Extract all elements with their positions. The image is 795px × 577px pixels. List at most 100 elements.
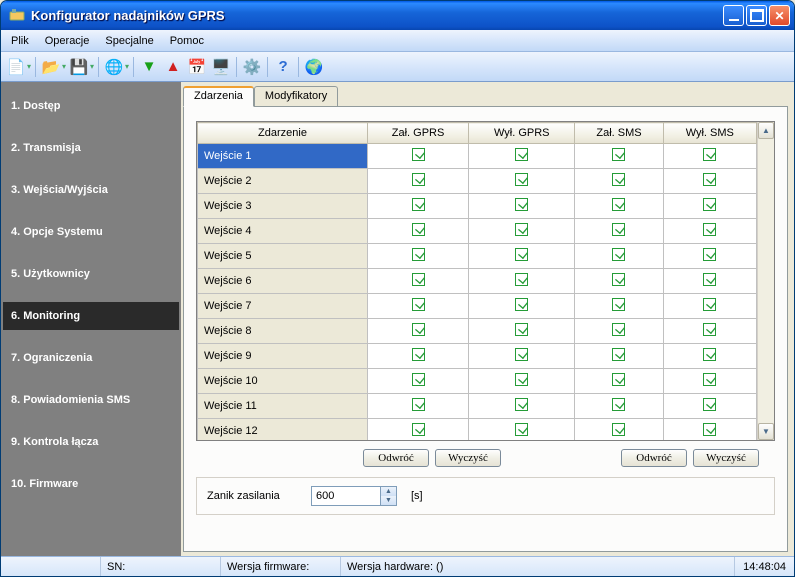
tab-modifiers[interactable]: Modyfikatory — [254, 86, 338, 107]
sidebar-item-8[interactable]: 9. Kontrola łącza — [3, 428, 179, 456]
checkbox-cell[interactable] — [663, 269, 756, 294]
world-icon[interactable]: 🌍 — [303, 56, 325, 78]
sidebar-item-4[interactable]: 5. Użytkownicy — [3, 260, 179, 288]
checkbox-checked-icon[interactable] — [703, 373, 716, 386]
table-row[interactable]: Wejście 11 — [198, 394, 757, 419]
checkbox-checked-icon[interactable] — [703, 323, 716, 336]
checkbox-cell[interactable] — [469, 194, 575, 219]
sidebar-item-0[interactable]: 1. Dostęp — [3, 92, 179, 120]
event-name-cell[interactable]: Wejście 2 — [198, 169, 368, 194]
minimize-button[interactable] — [723, 5, 744, 26]
checkbox-cell[interactable] — [368, 369, 469, 394]
checkbox-cell[interactable] — [575, 319, 663, 344]
gear-icon[interactable]: ⚙️ — [241, 56, 263, 78]
event-name-cell[interactable]: Wejście 4 — [198, 219, 368, 244]
checkbox-checked-icon[interactable] — [515, 273, 528, 286]
checkbox-checked-icon[interactable] — [412, 323, 425, 336]
checkbox-cell[interactable] — [368, 219, 469, 244]
checkbox-cell[interactable] — [663, 394, 756, 419]
upload-icon[interactable]: ▲ — [162, 56, 184, 78]
checkbox-cell[interactable] — [368, 244, 469, 269]
event-name-cell[interactable]: Wejście 12 — [198, 419, 368, 441]
table-scrollbar[interactable]: ▲ ▼ — [757, 122, 774, 440]
checkbox-checked-icon[interactable] — [515, 348, 528, 361]
table-row[interactable]: Wejście 4 — [198, 219, 757, 244]
table-row[interactable]: Wejście 1 — [198, 144, 757, 169]
checkbox-cell[interactable] — [469, 419, 575, 441]
checkbox-cell[interactable] — [469, 394, 575, 419]
menu-special[interactable]: Specjalne — [97, 32, 161, 50]
event-name-cell[interactable]: Wejście 8 — [198, 319, 368, 344]
checkbox-checked-icon[interactable] — [612, 348, 625, 361]
new-icon[interactable]: 📄 — [5, 56, 27, 78]
checkbox-checked-icon[interactable] — [412, 148, 425, 161]
checkbox-checked-icon[interactable] — [612, 373, 625, 386]
checkbox-cell[interactable] — [663, 219, 756, 244]
checkbox-checked-icon[interactable] — [412, 248, 425, 261]
checkbox-checked-icon[interactable] — [703, 348, 716, 361]
checkbox-checked-icon[interactable] — [515, 298, 528, 311]
checkbox-cell[interactable] — [368, 194, 469, 219]
event-name-cell[interactable]: Wejście 11 — [198, 394, 368, 419]
checkbox-checked-icon[interactable] — [412, 223, 425, 236]
scroll-down-icon[interactable]: ▼ — [758, 423, 774, 440]
col-on-gprs[interactable]: Zał. GPRS — [368, 123, 469, 144]
scroll-up-icon[interactable]: ▲ — [758, 122, 774, 139]
table-row[interactable]: Wejście 5 — [198, 244, 757, 269]
checkbox-checked-icon[interactable] — [412, 398, 425, 411]
checkbox-cell[interactable] — [368, 344, 469, 369]
checkbox-cell[interactable] — [575, 294, 663, 319]
event-name-cell[interactable]: Wejście 3 — [198, 194, 368, 219]
col-on-sms[interactable]: Zał. SMS — [575, 123, 663, 144]
checkbox-checked-icon[interactable] — [703, 223, 716, 236]
event-name-cell[interactable]: Wejście 9 — [198, 344, 368, 369]
checkbox-cell[interactable] — [575, 344, 663, 369]
close-button[interactable] — [769, 5, 790, 26]
event-name-cell[interactable]: Wejście 7 — [198, 294, 368, 319]
checkbox-cell[interactable] — [575, 194, 663, 219]
checkbox-checked-icon[interactable] — [612, 323, 625, 336]
checkbox-cell[interactable] — [663, 369, 756, 394]
event-name-cell[interactable]: Wejście 6 — [198, 269, 368, 294]
checkbox-checked-icon[interactable] — [703, 198, 716, 211]
checkbox-cell[interactable] — [663, 319, 756, 344]
invert-sms-button[interactable]: Odwróć — [621, 449, 687, 467]
checkbox-cell[interactable] — [663, 169, 756, 194]
checkbox-checked-icon[interactable] — [515, 248, 528, 261]
checkbox-cell[interactable] — [575, 169, 663, 194]
checkbox-cell[interactable] — [575, 394, 663, 419]
checkbox-checked-icon[interactable] — [515, 373, 528, 386]
maximize-button[interactable] — [746, 5, 767, 26]
checkbox-checked-icon[interactable] — [612, 423, 625, 436]
checkbox-checked-icon[interactable] — [612, 223, 625, 236]
checkbox-cell[interactable] — [663, 144, 756, 169]
open-icon[interactable]: 📂 — [40, 56, 62, 78]
checkbox-checked-icon[interactable] — [412, 273, 425, 286]
table-row[interactable]: Wejście 9 — [198, 344, 757, 369]
table-row[interactable]: Wejście 12 — [198, 419, 757, 441]
checkbox-cell[interactable] — [663, 244, 756, 269]
checkbox-checked-icon[interactable] — [412, 298, 425, 311]
checkbox-checked-icon[interactable] — [612, 298, 625, 311]
checkbox-checked-icon[interactable] — [612, 248, 625, 261]
checkbox-checked-icon[interactable] — [515, 198, 528, 211]
checkbox-cell[interactable] — [469, 369, 575, 394]
checkbox-checked-icon[interactable] — [412, 423, 425, 436]
power-loss-input[interactable] — [311, 486, 381, 506]
spin-down-icon[interactable]: ▼ — [381, 496, 396, 505]
checkbox-checked-icon[interactable] — [703, 173, 716, 186]
event-name-cell[interactable]: Wejście 5 — [198, 244, 368, 269]
col-event[interactable]: Zdarzenie — [198, 123, 368, 144]
checkbox-cell[interactable] — [368, 269, 469, 294]
checkbox-checked-icon[interactable] — [703, 273, 716, 286]
event-name-cell[interactable]: Wejście 1 — [198, 144, 368, 169]
table-row[interactable]: Wejście 10 — [198, 369, 757, 394]
checkbox-cell[interactable] — [368, 319, 469, 344]
checkbox-checked-icon[interactable] — [612, 198, 625, 211]
sidebar-item-7[interactable]: 8. Powiadomienia SMS — [3, 386, 179, 414]
checkbox-cell[interactable] — [469, 319, 575, 344]
monitor-icon[interactable]: 🖥️ — [210, 56, 232, 78]
checkbox-checked-icon[interactable] — [412, 198, 425, 211]
sidebar-item-9[interactable]: 10. Firmware — [3, 470, 179, 498]
checkbox-checked-icon[interactable] — [412, 348, 425, 361]
